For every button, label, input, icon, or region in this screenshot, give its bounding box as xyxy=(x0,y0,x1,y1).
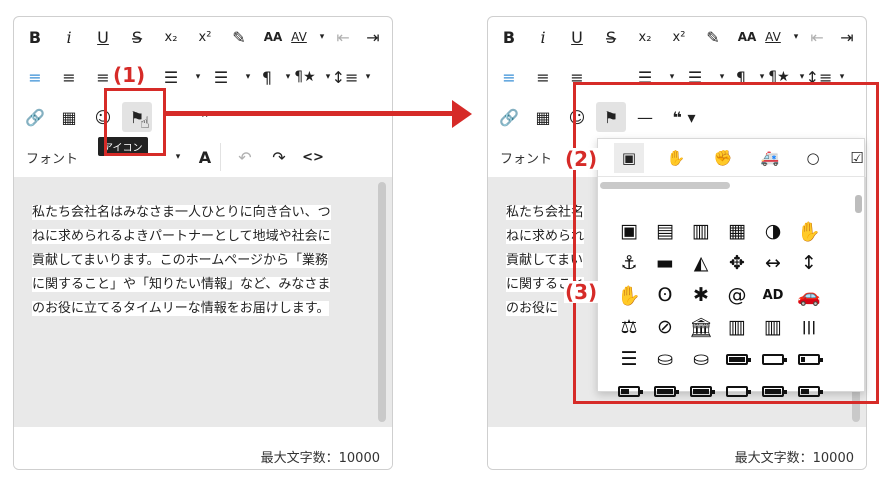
char-count-label: 最大文字数：10000 xyxy=(734,451,854,466)
blockquote-button[interactable]: ❞ xyxy=(190,102,220,132)
chevron-down-icon[interactable]: ▾ xyxy=(353,62,383,92)
align-center-button[interactable]: ≡ xyxy=(54,62,84,92)
bold-button[interactable]: B xyxy=(20,22,50,52)
content-scrollbar[interactable] xyxy=(378,182,386,422)
bullet-list-button[interactable]: ☰ xyxy=(206,62,236,92)
outdent-button[interactable]: ⇤ xyxy=(802,22,832,52)
bold-button[interactable]: B xyxy=(494,22,524,52)
link-button[interactable]: 🔗 xyxy=(494,102,524,132)
editor-footer: 最大文字数：10000 xyxy=(488,427,866,469)
text-line: に関すること」や「知りたい情報」など、みなさま xyxy=(32,277,331,292)
superscript-button[interactable]: x² xyxy=(190,22,220,52)
subscript-button[interactable]: x₂ xyxy=(630,22,660,52)
indent-button[interactable]: ⇥ xyxy=(832,22,862,52)
toolbar-divider xyxy=(220,143,221,171)
subscript-button[interactable]: x₂ xyxy=(156,22,186,52)
code-view-button[interactable]: <> xyxy=(298,142,328,172)
strikethrough-button[interactable]: S̶ xyxy=(596,22,626,52)
font-family-select[interactable]: フォント xyxy=(26,148,78,167)
table-button[interactable]: ▦ xyxy=(54,102,84,132)
editor-footer: 最大文字数：10000 xyxy=(14,427,392,469)
highlight-box-1 xyxy=(104,88,166,156)
chevron-down-icon[interactable]: ▾ xyxy=(163,142,193,172)
font-color-button[interactable]: A xyxy=(190,142,220,172)
undo-button[interactable]: ↶ xyxy=(230,142,260,172)
text-line: のお役に xyxy=(506,301,559,316)
arrow-shaft xyxy=(166,111,456,116)
editor-content[interactable]: 私たち会社名はみなさま一人ひとりに向き合い、つ ねに求められるよきパートナーとし… xyxy=(14,177,392,427)
toolbar-row-3: 🔗 ▦ ☺ ⚑ ❞ xyxy=(14,97,392,137)
italic-button[interactable]: i xyxy=(54,22,84,52)
text-body[interactable]: 私たち会社名はみなさま一人ひとりに向き合い、つ ねに求められるよきパートナーとし… xyxy=(32,201,372,321)
font-family-select[interactable]: フォント xyxy=(500,148,552,167)
text-line: ねに求められるよきパートナーとして地域や社会に xyxy=(32,229,331,244)
link-button[interactable]: 🔗 xyxy=(20,102,50,132)
toolbar-row-2: ≡ ≡ ≡ ☰ ▾ ☰ ▾ ¶ ▾ ¶★ ▾ ↕≡ ▾ xyxy=(14,57,392,97)
text-line: 貢献してまいります。このホームページから「業務 xyxy=(32,253,329,268)
toolbar-row-4: フォント ▾ A ↶ ↷ <> xyxy=(14,137,392,177)
strikethrough-button[interactable]: S̶ xyxy=(122,22,152,52)
superscript-button[interactable]: x² xyxy=(664,22,694,52)
redo-button[interactable]: ↷ xyxy=(264,142,294,172)
arrow-right-icon xyxy=(452,100,472,128)
callout-label-2: (2) xyxy=(564,147,599,171)
underline-button[interactable]: U xyxy=(88,22,118,52)
callout-label-1: (1) xyxy=(112,63,147,87)
underline-button[interactable]: U xyxy=(562,22,592,52)
text-line: のお役に立てるタイムリーな情報をお届けします。 xyxy=(32,301,330,316)
editor-left: B i U S̶ x₂ x² ✎ AA AV ▾ ⇤ ⇥ ≡ ≡ ≡ ☰ ▾ ☰… xyxy=(13,16,393,470)
align-left-button[interactable]: ≡ xyxy=(20,62,50,92)
highlighter-icon[interactable]: ✎ xyxy=(698,22,728,52)
toolbar-row-1: B i U S̶ x₂ x² ✎ AA AV ▾ ⇤ ⇥ xyxy=(14,17,392,57)
char-count-label: 最大文字数：10000 xyxy=(260,451,380,466)
italic-button[interactable]: i xyxy=(528,22,558,52)
align-left-button[interactable]: ≡ xyxy=(494,62,524,92)
table-button[interactable]: ▦ xyxy=(528,102,558,132)
highlight-box-2 xyxy=(573,82,879,404)
indent-button[interactable]: ⇥ xyxy=(358,22,388,52)
text-line: 私たち会社名はみなさま一人ひとりに向き合い、つ xyxy=(32,205,331,220)
align-center-button[interactable]: ≡ xyxy=(528,62,558,92)
text-line: 貢献してまい xyxy=(506,253,583,268)
outdent-button[interactable]: ⇤ xyxy=(328,22,358,52)
highlighter-icon[interactable]: ✎ xyxy=(224,22,254,52)
callout-label-3: (3) xyxy=(564,280,599,304)
toolbar-row-1: B i U S̶ x₂ x² ✎ AA AV ▾ ⇤ ⇥ xyxy=(488,17,866,57)
